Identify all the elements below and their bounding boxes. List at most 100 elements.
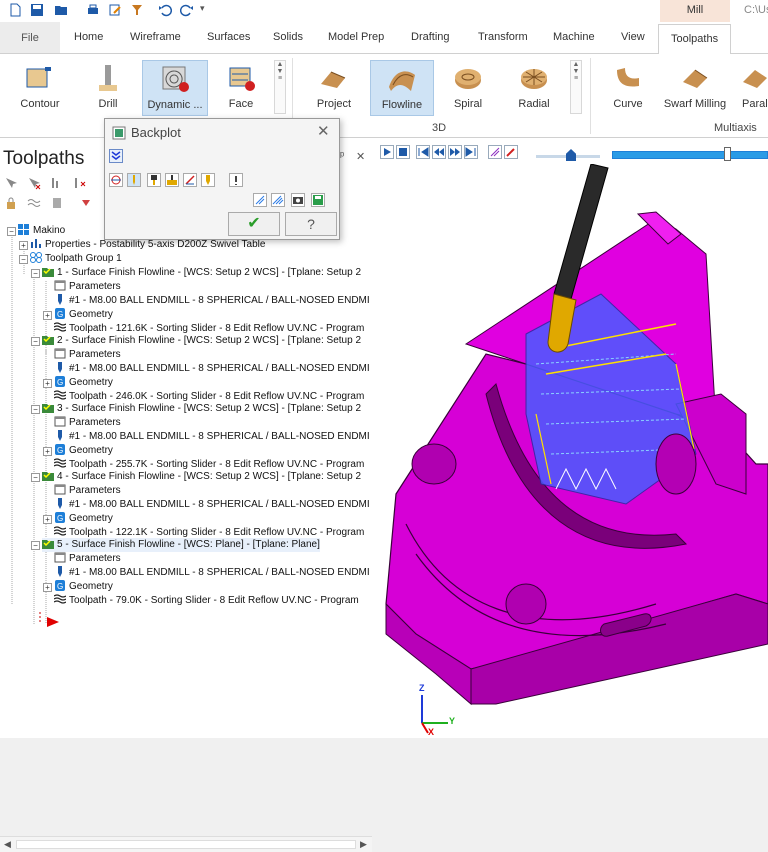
tab-home[interactable]: Home — [74, 31, 103, 43]
select-all-icon[interactable] — [4, 176, 18, 190]
tree-item-geometry[interactable]: G Geometry — [54, 580, 113, 594]
tab-surfaces[interactable]: Surfaces — [207, 31, 250, 43]
open-folder-icon[interactable] — [54, 3, 68, 17]
screenshot-button[interactable] — [291, 193, 305, 207]
show-toolpath-button[interactable] — [109, 173, 123, 187]
info-button[interactable] — [229, 173, 243, 187]
tab-transform[interactable]: Transform — [478, 31, 528, 43]
position-slider-thumb[interactable] — [724, 147, 731, 161]
tree-item-parameters[interactable]: Parameters — [54, 416, 121, 430]
edit-icon[interactable] — [108, 3, 122, 17]
tree-item-tool[interactable]: #1 - M8.00 BALL ENDMILL - 8 SPHERICAL / … — [54, 362, 370, 376]
expand-toggle[interactable]: − — [31, 269, 40, 278]
tree-item-operation-4[interactable]: 4 - Surface Finish Flowline - [WCS: Setu… — [42, 470, 361, 484]
tab-solids[interactable]: Solids — [273, 31, 303, 43]
tree-item-parameters[interactable]: Parameters — [54, 348, 121, 362]
expand-toggle[interactable]: + — [43, 447, 52, 456]
print-icon[interactable] — [86, 3, 100, 17]
expand-toggle[interactable]: − — [31, 541, 40, 550]
expand-toggle[interactable]: − — [31, 473, 40, 482]
speed-slider-thumb[interactable] — [566, 149, 576, 161]
tree-item-toolpath[interactable]: Toolpath - 79.0K - Sorting Slider - 8 Ed… — [54, 594, 359, 608]
curve-button[interactable]: Curve — [598, 60, 658, 116]
show-machine-button[interactable] — [201, 173, 215, 187]
expand-toggle[interactable]: + — [43, 515, 52, 524]
step-back-button[interactable] — [432, 145, 446, 159]
deselect-icon[interactable] — [27, 176, 41, 190]
dialog-close-icon[interactable]: ✕ — [317, 122, 330, 140]
tree-item-geometry[interactable]: G Geometry — [54, 308, 113, 322]
scroll-thumb[interactable] — [16, 840, 356, 849]
tab-wireframe[interactable]: Wireframe — [130, 31, 181, 43]
lock-icon[interactable] — [4, 196, 18, 210]
show-stock-button[interactable] — [165, 173, 179, 187]
undo-icon[interactable] — [158, 3, 172, 17]
tab-drafting[interactable]: Drafting — [411, 31, 450, 43]
tree-item-parameters[interactable]: Parameters — [54, 484, 121, 498]
toggle-display-icon[interactable] — [27, 196, 41, 210]
options-button[interactable] — [504, 145, 518, 159]
tree-item-toolpath-group[interactable]: Toolpath Group 1 — [30, 252, 122, 266]
ribbon-scroll-1[interactable]: ▲ ▼ ≡ — [274, 60, 286, 114]
verify-all-button[interactable] — [271, 193, 285, 207]
ribbon-scroll-2[interactable]: ▲ ▼ ≡ — [570, 60, 582, 114]
contour-button[interactable]: Contour — [8, 60, 72, 116]
dynamic-button[interactable]: Dynamic ... — [142, 60, 208, 116]
tree-item-parameters[interactable]: Parameters — [54, 280, 121, 294]
show-holder-button[interactable] — [147, 173, 161, 187]
play-button[interactable] — [380, 145, 394, 159]
expand-toggle[interactable]: + — [19, 241, 28, 250]
scroll-left-icon[interactable]: ◀ — [4, 839, 11, 850]
tab-view[interactable]: View — [621, 31, 645, 43]
expand-toggle[interactable]: − — [19, 255, 28, 264]
drill-button[interactable]: Drill — [76, 60, 140, 116]
swarf-milling-button[interactable]: Swarf Milling — [662, 60, 728, 116]
tree-item-operation-2[interactable]: 2 - Surface Finish Flowline - [WCS: Setu… — [42, 334, 361, 348]
tree-item-tool[interactable]: #1 - M8.00 BALL ENDMILL - 8 SPHERICAL / … — [54, 294, 370, 308]
mill-context-tab[interactable]: Mill — [660, 0, 730, 22]
tree-item-geometry[interactable]: G Geometry — [54, 444, 113, 458]
tree-item-machine[interactable]: Makino — [18, 224, 65, 238]
expand-toggle[interactable]: − — [31, 405, 40, 414]
trace-mode-button[interactable] — [488, 145, 502, 159]
tree-item-operation-5[interactable]: 5 - Surface Finish Flowline - [WCS: Plan… — [42, 538, 320, 552]
qat-dropdown-icon[interactable]: ▾ — [200, 3, 214, 17]
verify-button[interactable] — [253, 193, 267, 207]
save-geometry-button[interactable] — [311, 193, 325, 207]
tree-item-operation-1[interactable]: 1 - Surface Finish Flowline - [WCS: Setu… — [42, 266, 361, 280]
go-end-button[interactable] — [464, 145, 478, 159]
tree-item-geometry[interactable]: G Geometry — [54, 512, 113, 526]
project-button[interactable]: Project — [302, 60, 366, 116]
pin-icon[interactable]: ᵖ — [340, 150, 344, 162]
expand-toggle[interactable]: + — [43, 583, 52, 592]
post-icon[interactable] — [50, 196, 64, 210]
close-panel-icon[interactable]: ✕ — [356, 150, 365, 163]
tab-machine[interactable]: Machine — [553, 31, 595, 43]
scroll-right-icon[interactable]: ▶ — [360, 839, 367, 850]
help-button[interactable]: ? — [285, 212, 337, 236]
ok-button[interactable]: ✔ — [228, 212, 280, 236]
tree-item-properties[interactable]: Properties - Postability 5-axis D200Z Sw… — [30, 238, 265, 252]
spiral-button[interactable]: Spiral — [436, 60, 500, 116]
position-slider-track[interactable] — [612, 151, 768, 159]
tab-toolpaths[interactable]: Toolpaths — [658, 24, 732, 55]
step-forward-button[interactable] — [448, 145, 462, 159]
collapse-button[interactable] — [109, 149, 123, 163]
regen-icon[interactable] — [50, 176, 64, 190]
show-tool-button[interactable] — [127, 173, 141, 187]
tree-item-geometry[interactable]: G Geometry — [54, 376, 113, 390]
save-icon[interactable] — [30, 3, 44, 17]
expand-toggle[interactable]: − — [31, 337, 40, 346]
tab-model-prep[interactable]: Model Prep — [328, 31, 384, 43]
tree-item-tool[interactable]: #1 - M8.00 BALL ENDMILL - 8 SPHERICAL / … — [54, 430, 370, 444]
go-start-button[interactable] — [416, 145, 430, 159]
redo-icon[interactable] — [180, 3, 194, 17]
tree-item-parameters[interactable]: Parameters — [54, 552, 121, 566]
insert-arrow-icon[interactable] — [46, 616, 60, 628]
new-file-icon[interactable] — [8, 3, 22, 17]
filter-icon[interactable] — [130, 3, 144, 17]
expand-toggle[interactable]: − — [7, 227, 16, 236]
tree-item-tool[interactable]: #1 - M8.00 BALL ENDMILL - 8 SPHERICAL / … — [54, 498, 370, 512]
expand-toggle[interactable]: + — [43, 311, 52, 320]
move-down-icon[interactable] — [79, 196, 93, 210]
